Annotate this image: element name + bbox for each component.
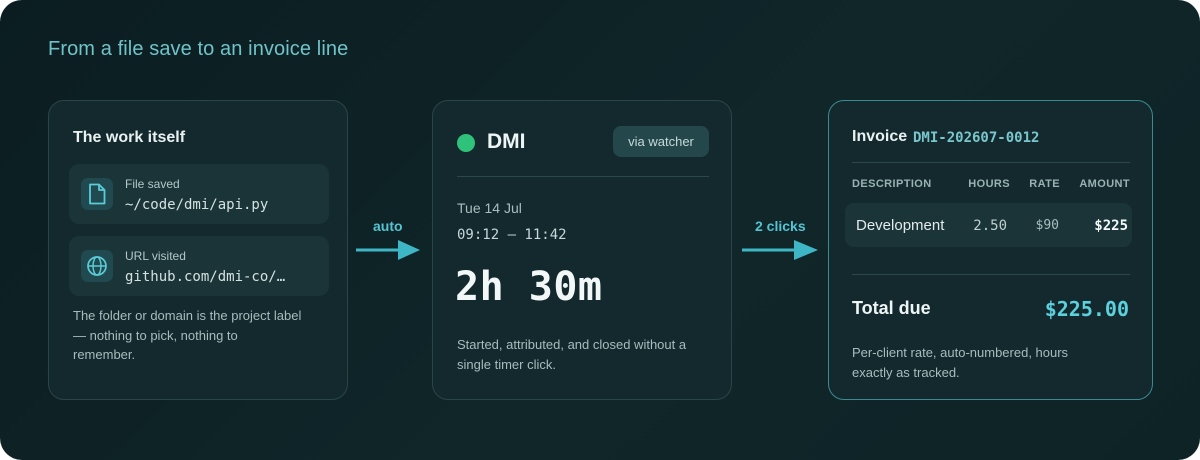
arrow-two-clicks: 2 clicks xyxy=(742,218,822,264)
row-rate: $90 xyxy=(1035,218,1059,233)
arrow-auto: auto xyxy=(356,218,424,264)
entry-time-range: 09:12 – 11:42 xyxy=(457,227,567,243)
divider xyxy=(457,176,709,177)
column-header-description: DESCRIPTION xyxy=(852,178,932,190)
divider xyxy=(852,274,1130,275)
entry-date: Tue 14 Jul xyxy=(457,200,522,216)
work-source-card: The work itself File saved ~/code/dmi/ap… xyxy=(48,100,348,400)
source-badge: via watcher xyxy=(613,126,709,157)
client-name: DMI xyxy=(487,130,526,153)
source-value: github.com/dmi-co/… xyxy=(125,269,286,285)
invoice-number: DMI-202607-0012 xyxy=(913,130,1040,146)
row-hours: 2.50 xyxy=(973,218,1007,234)
total-label: Total due xyxy=(852,298,931,318)
time-entry-card: DMI via watcher Tue 14 Jul 09:12 – 11:42… xyxy=(432,100,732,400)
file-icon xyxy=(81,178,113,210)
source-item-file: File saved ~/code/dmi/api.py xyxy=(69,164,329,224)
column-header-rate: RATE xyxy=(1029,178,1060,190)
arrow-label: auto xyxy=(373,218,403,234)
source-label: URL visited xyxy=(125,249,186,263)
source-label: File saved xyxy=(125,177,180,191)
divider xyxy=(852,162,1130,163)
diagram-title: From a file save to an invoice line xyxy=(48,38,349,60)
diagram-canvas: From a file save to an invoice line The … xyxy=(0,0,1200,460)
work-card-note: The folder or domain is the project labe… xyxy=(73,308,302,362)
row-description: Development xyxy=(856,217,945,234)
table-row: Development 2.50 $90 $225 xyxy=(845,203,1132,247)
status-dot-icon xyxy=(457,134,475,152)
entry-card-note: Started, attributed, and closed without … xyxy=(457,337,687,372)
globe-icon xyxy=(81,250,113,282)
arrow-right-icon xyxy=(356,240,420,260)
source-item-url: URL visited github.com/dmi-co/… xyxy=(69,236,329,296)
arrow-right-icon xyxy=(742,240,818,260)
source-value: ~/code/dmi/api.py xyxy=(125,197,269,213)
row-amount: $225 xyxy=(1094,218,1128,234)
invoice-title: Invoice xyxy=(852,128,908,145)
arrow-label: 2 clicks xyxy=(755,218,806,234)
column-header-amount: AMOUNT xyxy=(1079,178,1130,190)
invoice-card: Invoice DMI-202607-0012 DESCRIPTION HOUR… xyxy=(828,100,1153,400)
invoice-card-note: Per-client rate, auto-numbered, hours ex… xyxy=(852,345,1069,380)
entry-duration: 2h 30m xyxy=(455,264,603,310)
total-value: $225.00 xyxy=(1044,297,1129,321)
work-card-title: The work itself xyxy=(73,129,186,146)
column-header-hours: HOURS xyxy=(968,178,1010,190)
